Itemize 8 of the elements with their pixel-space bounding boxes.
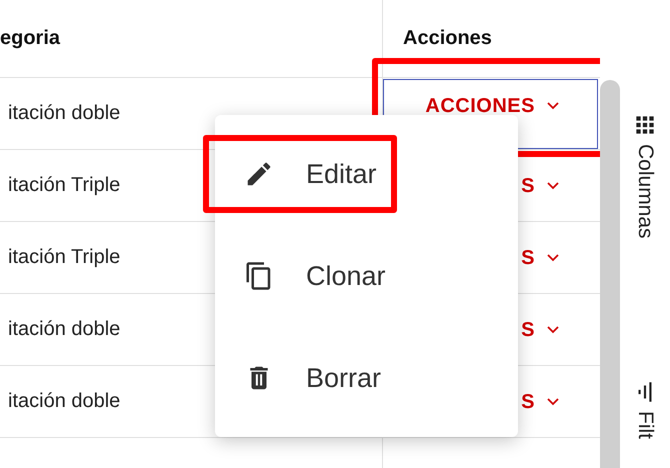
table-cell: itación Triple [8,246,120,269]
table-cell: itación Triple [8,174,120,197]
menu-item-label: Borrar [306,362,382,394]
table-cell: itación doble [8,102,120,125]
table-cell: itación doble [8,318,120,341]
table-cell: itación doble [8,390,120,413]
menu-item-label: Clonar [306,260,386,292]
menu-item-label: Editar [306,158,377,190]
